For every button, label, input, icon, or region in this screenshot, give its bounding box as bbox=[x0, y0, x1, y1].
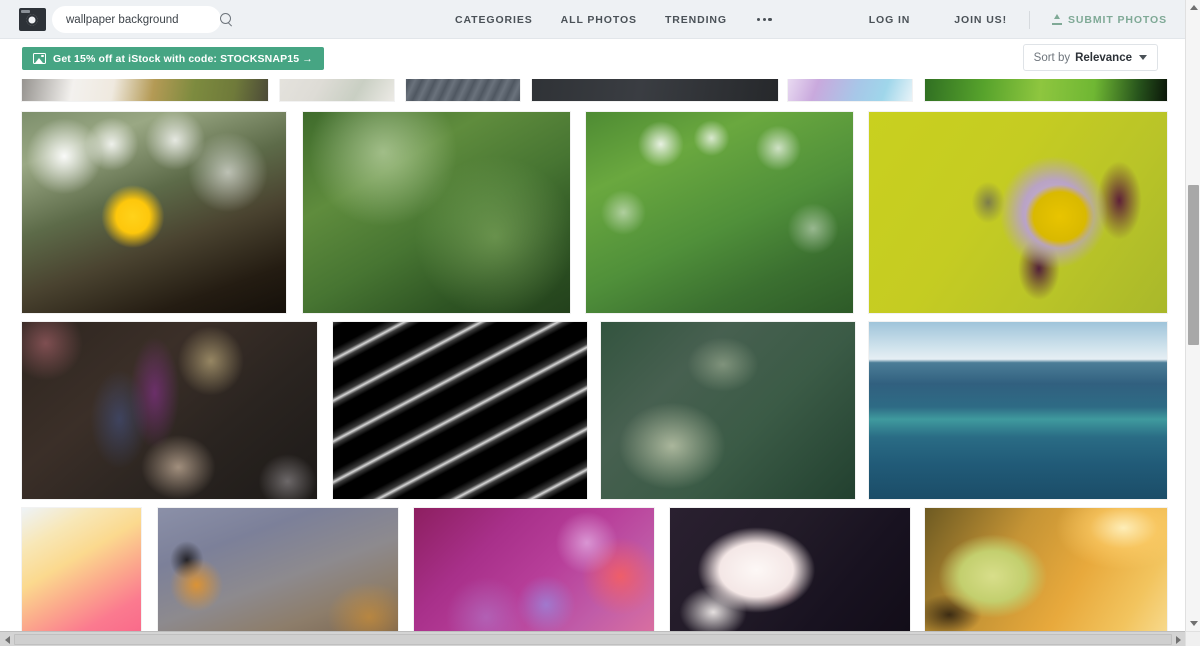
sort-value: Relevance bbox=[1075, 51, 1132, 64]
triangle-right-icon bbox=[1175, 635, 1181, 644]
photo-thumbnail bbox=[158, 508, 398, 632]
scroll-down-button[interactable] bbox=[1186, 616, 1200, 631]
photo-tile[interactable] bbox=[869, 112, 1167, 313]
triangle-up-icon bbox=[1189, 5, 1198, 10]
site-logo[interactable] bbox=[18, 6, 46, 33]
photo-tile[interactable] bbox=[22, 112, 286, 313]
triangle-down-icon bbox=[1189, 621, 1198, 626]
photo-tile[interactable] bbox=[670, 508, 910, 632]
photo-tile[interactable] bbox=[788, 79, 912, 101]
log-in-button[interactable]: LOG IN bbox=[847, 14, 933, 26]
scrollbar-corner bbox=[1185, 631, 1200, 646]
photo-tile[interactable] bbox=[532, 79, 778, 101]
join-us-button[interactable]: JOIN US! bbox=[932, 14, 1029, 26]
photo-thumbnail bbox=[925, 79, 1167, 101]
photo-thumbnail bbox=[670, 508, 910, 632]
photo-tile[interactable] bbox=[22, 79, 268, 101]
site-header: CATEGORIES ALL PHOTOS TRENDING LOG IN JO… bbox=[0, 0, 1185, 39]
main-nav: CATEGORIES ALL PHOTOS TRENDING bbox=[455, 0, 774, 39]
photo-thumbnail bbox=[532, 79, 778, 101]
photo-thumbnail bbox=[586, 112, 853, 313]
vertical-scroll-thumb[interactable] bbox=[1188, 185, 1199, 345]
photo-thumbnail bbox=[22, 508, 141, 632]
nav-item-all-photos[interactable]: ALL PHOTOS bbox=[561, 14, 637, 26]
istock-promo-banner[interactable]: Get 15% off at iStock with code: STOCKSN… bbox=[22, 47, 324, 70]
browser-viewport: CATEGORIES ALL PHOTOS TRENDING LOG IN JO… bbox=[0, 0, 1200, 646]
submit-photos-label: SUBMIT PHOTOS bbox=[1067, 13, 1167, 26]
photo-thumbnail bbox=[22, 322, 317, 499]
scroll-up-button[interactable] bbox=[1186, 0, 1200, 15]
photo-tile[interactable] bbox=[586, 112, 853, 313]
photo-thumbnail bbox=[788, 79, 912, 101]
horizontal-scroll-thumb[interactable] bbox=[14, 634, 1172, 645]
ellipsis-icon[interactable] bbox=[755, 14, 774, 25]
chevron-down-icon bbox=[1139, 55, 1147, 60]
horizontal-scrollbar[interactable] bbox=[0, 631, 1200, 646]
photo-tile[interactable] bbox=[414, 508, 654, 632]
photo-thumbnail bbox=[414, 508, 654, 632]
photo-tile[interactable] bbox=[158, 508, 398, 632]
photo-tile[interactable] bbox=[925, 508, 1167, 632]
photo-thumbnail bbox=[869, 112, 1167, 313]
photo-tile[interactable] bbox=[22, 508, 141, 632]
sort-dropdown[interactable]: Sort by Relevance bbox=[1022, 44, 1158, 71]
photo-tile[interactable] bbox=[333, 322, 587, 499]
image-icon bbox=[33, 53, 46, 64]
photo-tile[interactable] bbox=[280, 79, 394, 101]
sort-label: Sort by bbox=[1033, 51, 1071, 64]
photo-thumbnail bbox=[22, 112, 286, 313]
photo-thumbnail bbox=[925, 508, 1167, 632]
photo-thumbnail bbox=[869, 322, 1167, 499]
photo-tile[interactable] bbox=[406, 79, 520, 101]
account-nav: LOG IN JOIN US! SUBMIT PHOTOS bbox=[847, 0, 1167, 39]
scroll-left-button[interactable] bbox=[0, 632, 14, 646]
sub-header: Get 15% off at iStock with code: STOCKSN… bbox=[0, 39, 1185, 79]
triangle-left-icon bbox=[4, 635, 10, 644]
photo-thumbnail bbox=[280, 79, 394, 101]
scroll-right-button[interactable] bbox=[1171, 632, 1185, 646]
photo-thumbnail bbox=[406, 79, 520, 101]
photo-thumbnail bbox=[303, 112, 570, 313]
photo-thumbnail bbox=[333, 322, 587, 499]
photo-thumbnail bbox=[601, 322, 855, 499]
photo-tile[interactable] bbox=[303, 112, 570, 313]
search-box[interactable] bbox=[52, 6, 231, 33]
nav-item-trending[interactable]: TRENDING bbox=[665, 14, 727, 26]
vertical-scrollbar[interactable] bbox=[1185, 0, 1200, 646]
upload-icon bbox=[1051, 14, 1062, 25]
photo-tile[interactable] bbox=[22, 322, 317, 499]
photo-thumbnail bbox=[22, 79, 268, 101]
promo-text: Get 15% off at iStock with code: STOCKSN… bbox=[53, 52, 313, 65]
search-icon[interactable] bbox=[220, 13, 233, 26]
nav-item-categories[interactable]: CATEGORIES bbox=[455, 14, 533, 26]
photo-tile[interactable] bbox=[869, 322, 1167, 499]
photo-tile[interactable] bbox=[925, 79, 1167, 101]
submit-photos-button[interactable]: SUBMIT PHOTOS bbox=[1030, 14, 1167, 26]
search-input[interactable] bbox=[66, 13, 220, 26]
camera-icon bbox=[18, 8, 46, 31]
photo-grid bbox=[0, 79, 1185, 632]
photo-tile[interactable] bbox=[601, 322, 855, 499]
